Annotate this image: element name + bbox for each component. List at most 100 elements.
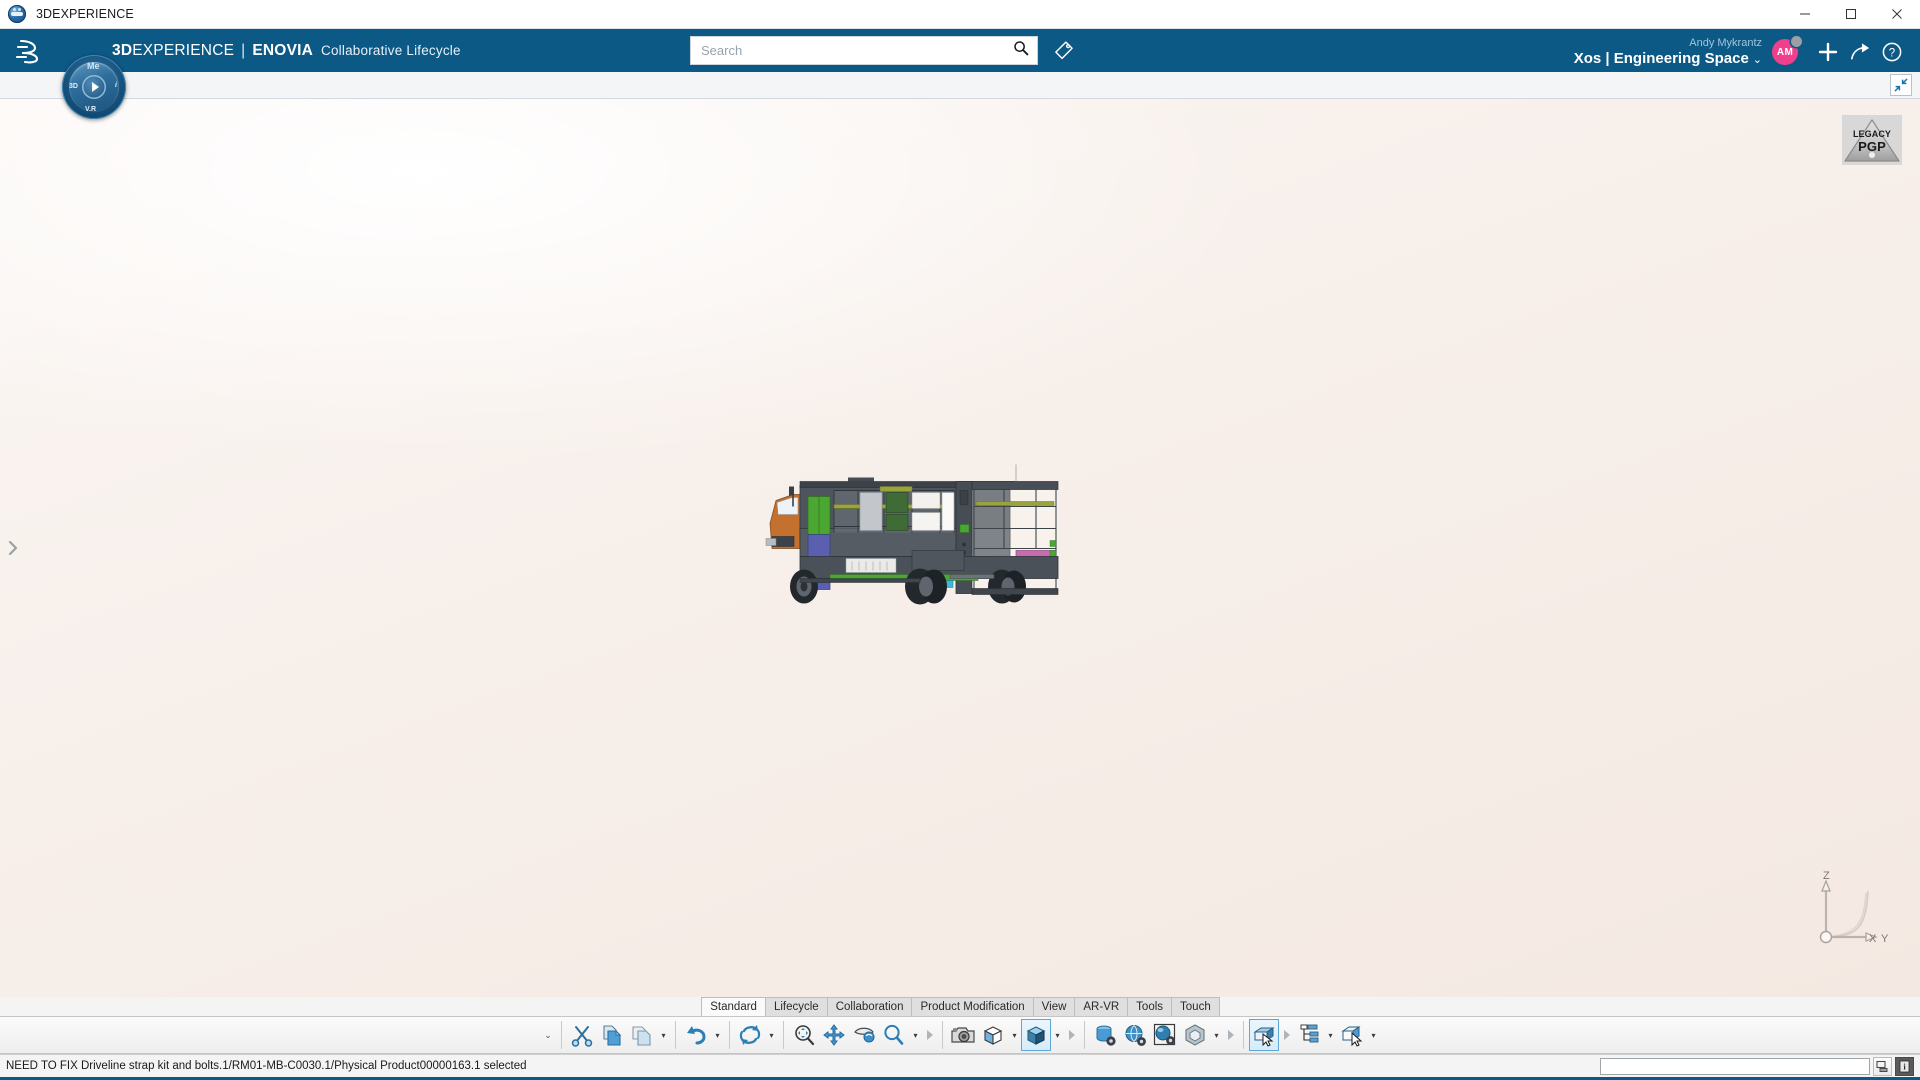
brand-product: ENOVIA [252, 41, 314, 59]
tab-tools[interactable]: Tools [1127, 997, 1173, 1016]
chevron-right-icon[interactable] [4, 537, 22, 559]
avatar[interactable]: AM [1772, 36, 1802, 65]
cylinder-settings-button[interactable] [1090, 1019, 1120, 1051]
axis-y-label: Y [1881, 933, 1889, 945]
status-controls: i [1600, 1056, 1920, 1076]
fit-all-button[interactable] [978, 1019, 1008, 1051]
sphere-settings-button[interactable] [1150, 1019, 1180, 1051]
axis-z-label: Z [1823, 870, 1830, 882]
tab-product-modification[interactable]: Product Modification [911, 997, 1034, 1016]
divider [561, 1021, 562, 1049]
legacy-pgp-badge[interactable]: LEGACY PGP [1842, 115, 1902, 165]
select-box-button[interactable] [1249, 1019, 1279, 1051]
window-controls [1782, 0, 1920, 28]
avatar-initials: AM [1776, 46, 1794, 58]
divider [1243, 1021, 1244, 1049]
update-button[interactable] [735, 1019, 765, 1051]
update-dropdown-arrow[interactable]: ▾ [765, 1019, 778, 1051]
tab-collaboration[interactable]: Collaboration [826, 997, 913, 1016]
globe-settings-button[interactable] [1120, 1019, 1150, 1051]
zoom-button[interactable] [879, 1019, 909, 1051]
window-icon[interactable] [1873, 1056, 1892, 1076]
electric-delivery-truck-assembly[interactable] [760, 428, 1160, 623]
svg-text:?: ? [1889, 48, 1895, 60]
minimize-icon[interactable] [1782, 0, 1828, 28]
user-identity: Andy Mykrantz Xos | Engineering Space ⌄ [1574, 37, 1762, 68]
tab-standard[interactable]: Standard [701, 997, 766, 1016]
divider [675, 1021, 676, 1049]
collapse-panel-icon[interactable] [1890, 74, 1912, 96]
axis-triad: Z X Y [1806, 867, 1892, 953]
add-button[interactable] [1812, 35, 1844, 69]
user-area: Andy Mykrantz Xos | Engineering Space ⌄ A… [1574, 32, 1908, 72]
paste-button[interactable] [627, 1019, 657, 1051]
divider [783, 1021, 784, 1049]
view-more-arrow[interactable] [1064, 1019, 1079, 1051]
search-area [690, 36, 1076, 65]
dassault-systemes-logo[interactable] [10, 38, 50, 64]
pick-dropdown-arrow[interactable]: ▾ [1367, 1019, 1380, 1051]
tab-lifecycle[interactable]: Lifecycle [764, 997, 828, 1016]
rotate-button[interactable] [849, 1019, 879, 1051]
maximize-icon[interactable] [1828, 0, 1874, 28]
brand-title: 3D EXPERIENCE | ENOVIA Collaborative Lifecyc… [112, 42, 461, 60]
copy-button[interactable] [597, 1019, 627, 1051]
user-space-selector[interactable]: Xos | Engineering Space ⌄ [1574, 50, 1762, 67]
search-input[interactable] [701, 43, 1013, 58]
presence-status-dot [1791, 36, 1802, 47]
info-icon[interactable]: i [1895, 1056, 1914, 1076]
application-header: Me 3D i V.R 3D EXPERIENCE | ENOVIA Collabora… [0, 29, 1920, 119]
command-input[interactable] [1600, 1057, 1870, 1075]
tab-view[interactable]: View [1032, 997, 1076, 1016]
compass-vr-label: V.R [85, 106, 97, 113]
hex-tool-button[interactable] [1180, 1019, 1210, 1051]
pan-button[interactable] [819, 1019, 849, 1051]
zoom-more-arrow[interactable] [922, 1019, 937, 1051]
tab-ar-vr[interactable]: AR-VR [1074, 997, 1129, 1016]
tools-more-arrow[interactable] [1223, 1019, 1238, 1051]
brand-experience: EXPERIENCE [132, 41, 235, 59]
tree-dropdown-arrow[interactable]: ▾ [1324, 1019, 1337, 1051]
compass-i-label: i [115, 82, 117, 89]
3dexperience-globe-icon [8, 5, 26, 23]
3d-viewport[interactable]: LEGACY PGP Z X Y [0, 99, 1920, 997]
close-icon[interactable] [1874, 0, 1920, 28]
action-toolbar: ⌄ ▾ ▾ ▾ ▾ ▾ ▾ ▾ ▾ ▾ [0, 1016, 1920, 1054]
zoom-area-button[interactable] [789, 1019, 819, 1051]
clipboard-group: ▾ [567, 1017, 670, 1053]
shading-dropdown-arrow[interactable]: ▾ [1051, 1019, 1064, 1051]
user-name: Andy Mykrantz [1689, 36, 1762, 49]
3dexperience-compass[interactable]: Me 3D i V.R [62, 55, 126, 119]
help-button[interactable]: ? [1876, 35, 1908, 69]
zoom-dropdown-arrow[interactable]: ▾ [909, 1019, 922, 1051]
undo-dropdown-arrow[interactable]: ▾ [711, 1019, 724, 1051]
tag-icon[interactable] [1050, 38, 1076, 64]
compass-me-label: Me [87, 61, 100, 71]
cut-button[interactable] [567, 1019, 597, 1051]
compass-3d-label: 3D [69, 83, 78, 90]
share-button[interactable] [1844, 35, 1876, 69]
capture-button[interactable] [948, 1019, 978, 1051]
legacy-line1: LEGACY [1852, 129, 1892, 139]
paste-dropdown-arrow[interactable]: ▾ [657, 1019, 670, 1051]
search-box[interactable] [690, 36, 1038, 65]
fit-all-dropdown-arrow[interactable]: ▾ [1008, 1019, 1021, 1051]
tab-touch[interactable]: Touch [1171, 997, 1220, 1016]
status-message: NEED TO FIX Driveline strap kit and bolt… [6, 1060, 527, 1072]
toolbar-handle[interactable]: ⌄ [540, 1019, 556, 1051]
shading-button[interactable] [1021, 1019, 1051, 1051]
select-more-arrow[interactable] [1279, 1019, 1294, 1051]
undo-button[interactable] [681, 1019, 711, 1051]
bottom-toolbar-area: Standard Lifecycle Collaboration Product Mo… [0, 997, 1920, 1054]
secondary-strip [0, 72, 1920, 99]
legacy-badge-text: LEGACY PGP [1842, 130, 1902, 165]
hex-dropdown-arrow[interactable]: ▾ [1210, 1019, 1223, 1051]
brand-separator: | [241, 41, 246, 59]
compass-play-icon[interactable] [82, 75, 106, 99]
brand-subtitle: Collaborative Lifecycle [321, 42, 461, 58]
pick-part-button[interactable] [1337, 1019, 1367, 1051]
toolbar-tabstrip: Standard Lifecycle Collaboration Product Mo… [0, 997, 1920, 1016]
search-icon[interactable] [1013, 40, 1029, 61]
legacy-line2: PGP [1858, 139, 1886, 154]
tree-order-button[interactable] [1294, 1019, 1324, 1051]
